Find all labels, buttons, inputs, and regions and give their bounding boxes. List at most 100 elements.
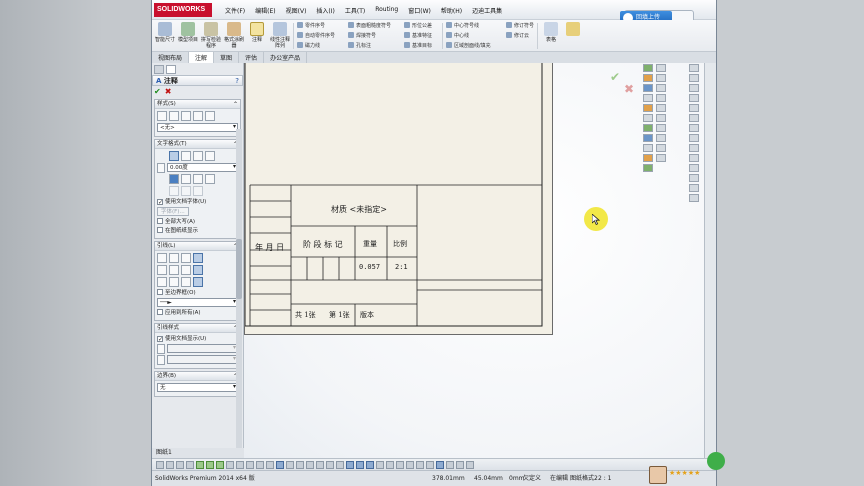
tool-icon[interactable] — [689, 174, 699, 182]
tool-icon[interactable] — [196, 461, 204, 469]
tool-icon[interactable] — [689, 94, 699, 102]
tool-icon[interactable] — [656, 134, 666, 142]
save-style-icon[interactable] — [193, 111, 203, 121]
leader-style-header[interactable]: 引线样式⌃ — [155, 324, 240, 333]
drawing-sheet[interactable]: 材质 <未指定> 年 月 日 阶 段 标 记 重量 比例 0.057 2:1 共… — [244, 63, 553, 335]
tool-icon[interactable] — [656, 154, 666, 162]
tool-icon[interactable] — [446, 461, 454, 469]
tool-icon[interactable] — [306, 461, 314, 469]
tool-icon[interactable] — [266, 461, 274, 469]
tool-icon[interactable] — [643, 144, 653, 152]
smart-dimension-button[interactable]: 智能尺寸 — [154, 22, 176, 50]
graphics-area[interactable]: 材质 <未指定> 年 月 日 阶 段 标 记 重量 比例 0.057 2:1 共… — [244, 63, 704, 458]
tool-icon[interactable] — [656, 124, 666, 132]
tool-icon[interactable] — [336, 461, 344, 469]
leader-auto-icon[interactable] — [193, 253, 203, 263]
tool-icon[interactable] — [689, 74, 699, 82]
all-caps-checkbox[interactable]: 全部大写(A) — [157, 218, 238, 226]
leader-nearest-icon[interactable] — [181, 265, 191, 275]
tool-icon[interactable] — [643, 124, 653, 132]
center-mark-button[interactable]: 中心符号线 — [446, 22, 491, 30]
tool-icon[interactable] — [296, 461, 304, 469]
tool-icon[interactable] — [396, 461, 404, 469]
font-button[interactable]: 字体(F)... — [157, 207, 189, 216]
misc-tool-button[interactable] — [562, 22, 584, 50]
delete-style-icon[interactable] — [181, 111, 191, 121]
tool-icon[interactable] — [689, 184, 699, 192]
tool-icon[interactable] — [376, 461, 384, 469]
hyperlink-icon[interactable] — [169, 174, 179, 184]
tool-icon[interactable] — [246, 461, 254, 469]
revision-cloud-button[interactable]: 修订云 — [506, 32, 534, 40]
tool-icon[interactable] — [689, 144, 699, 152]
tool-icon[interactable] — [186, 461, 194, 469]
tool-icon[interactable] — [689, 114, 699, 122]
use-doc-font-checkbox[interactable]: ✓ 使用文档字体(U) — [157, 198, 238, 206]
help-icon[interactable]: ? — [235, 76, 239, 86]
border-group-header[interactable]: 边界(B)⌃ — [155, 372, 240, 381]
tool-icon[interactable] — [166, 461, 174, 469]
tool-icon[interactable] — [643, 134, 653, 142]
load-style-icon[interactable] — [205, 111, 215, 121]
tool-icon[interactable] — [656, 144, 666, 152]
datum-target-button[interactable]: 基准目标 — [404, 42, 432, 50]
tab-sketch[interactable]: 草图 — [214, 52, 240, 63]
tool-icon[interactable] — [366, 461, 374, 469]
material-text[interactable]: 材质 <未指定> — [331, 204, 387, 215]
leader-middle-icon[interactable] — [169, 277, 179, 287]
tool-icon[interactable] — [689, 104, 699, 112]
leader-right-icon[interactable] — [169, 265, 179, 275]
align-center-icon[interactable] — [181, 151, 191, 161]
leader-top-icon[interactable] — [157, 277, 167, 287]
hole-callout-button[interactable]: 孔标注 — [348, 42, 391, 50]
line-style-select[interactable] — [167, 344, 238, 353]
linear-note-pattern-button[interactable]: 线性注释阵列 — [269, 22, 291, 50]
tool-icon[interactable] — [176, 461, 184, 469]
table-button[interactable]: 表格 — [540, 22, 562, 50]
tool-icon[interactable] — [643, 74, 653, 82]
menu-view[interactable]: 视图(V) — [281, 5, 312, 17]
tool-icon[interactable] — [643, 114, 653, 122]
gtol-icon[interactable] — [169, 186, 179, 196]
tool-icon[interactable] — [416, 461, 424, 469]
tool-icon[interactable] — [689, 194, 699, 202]
tool-icon[interactable] — [226, 461, 234, 469]
tool-icon[interactable] — [656, 104, 666, 112]
show-in-sheet-checkbox[interactable]: 在图纸纸显示 — [157, 227, 238, 235]
tool-icon[interactable] — [386, 461, 394, 469]
leader-group-header[interactable]: 引线(L)⌃ — [155, 242, 240, 251]
menu-window[interactable]: 窗口(W) — [403, 5, 436, 17]
surface-finish-small-icon[interactable] — [181, 186, 191, 196]
align-right-icon[interactable] — [193, 151, 203, 161]
tool-icon[interactable] — [316, 461, 324, 469]
tool-icon[interactable] — [656, 114, 666, 122]
tool-icon[interactable] — [406, 461, 414, 469]
apply-all-checkbox[interactable]: 应用到所有(A) — [157, 309, 238, 317]
border-style-select[interactable]: 无 — [157, 383, 238, 392]
spell-check-button[interactable]: 拼写检验程序 — [200, 22, 222, 50]
align-left-icon[interactable] — [169, 151, 179, 161]
menu-file[interactable]: 文件(F) — [220, 5, 250, 17]
tool-icon[interactable] — [656, 74, 666, 82]
centerline-button[interactable]: 中心线 — [446, 32, 491, 40]
tool-icon[interactable] — [286, 461, 294, 469]
leader-underline-icon[interactable] — [193, 265, 203, 275]
balloon-button[interactable]: 零件序号 — [297, 22, 335, 30]
tool-icon[interactable] — [156, 461, 164, 469]
tool-icon[interactable] — [436, 461, 444, 469]
tool-icon[interactable] — [276, 461, 284, 469]
leader-left-icon[interactable] — [157, 265, 167, 275]
sheet-tab-1[interactable]: 图纸1 — [156, 449, 172, 456]
weld-symbol-button[interactable]: 焊接符号 — [348, 32, 391, 40]
tool-icon[interactable] — [356, 461, 364, 469]
tool-icon[interactable] — [643, 164, 653, 172]
leader-straight-icon[interactable] — [157, 253, 167, 263]
tab-evaluate[interactable]: 评估 — [239, 52, 265, 63]
tool-icon[interactable] — [643, 84, 653, 92]
ok-check-icon[interactable]: ✔ — [154, 87, 161, 96]
tool-icon[interactable] — [236, 461, 244, 469]
tab-office-products[interactable]: 办公室产品 — [264, 52, 308, 63]
lock-note-icon[interactable] — [205, 174, 215, 184]
tool-icon[interactable] — [256, 461, 264, 469]
menu-insert[interactable]: 插入(I) — [311, 5, 339, 17]
